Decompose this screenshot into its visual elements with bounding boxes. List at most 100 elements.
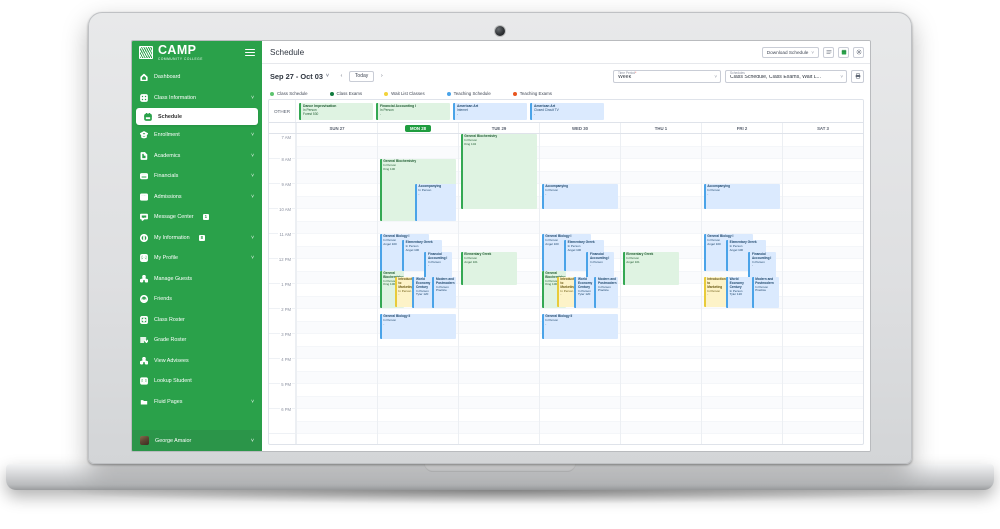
grid-cell[interactable] xyxy=(702,384,782,397)
grid-cell[interactable] xyxy=(459,396,539,409)
grid-cell[interactable] xyxy=(783,234,863,247)
grid-cell[interactable] xyxy=(378,346,458,359)
grid-cell[interactable] xyxy=(783,359,863,372)
grid-cell[interactable] xyxy=(783,334,863,347)
sidebar-item-class-roster[interactable]: Class Roster xyxy=(132,310,262,331)
grid-cell[interactable] xyxy=(459,234,539,247)
grid-cell[interactable] xyxy=(702,221,782,234)
grid-cell[interactable] xyxy=(621,146,701,159)
grid-cell[interactable] xyxy=(702,409,782,422)
grid-cell[interactable] xyxy=(297,284,377,297)
calendar-event[interactable]: Modern and Postmodern In Person Practice xyxy=(751,277,779,308)
print-button[interactable] xyxy=(851,69,864,83)
grid-cell[interactable] xyxy=(702,171,782,184)
calendar-event[interactable]: General Biology II In Person - xyxy=(541,314,619,339)
grid-cell[interactable] xyxy=(297,159,377,172)
grid-cell[interactable] xyxy=(702,334,782,347)
grid-cell[interactable] xyxy=(621,321,701,334)
grid-cell[interactable] xyxy=(621,284,701,297)
day-column-sun-27[interactable] xyxy=(296,134,377,444)
grid-cell[interactable] xyxy=(702,146,782,159)
grid-cell[interactable] xyxy=(783,159,863,172)
day-column-wed-30[interactable]: Accompanying In Person - General Biology II… xyxy=(539,134,620,444)
grid-cell[interactable] xyxy=(459,384,539,397)
grid-cell[interactable] xyxy=(783,296,863,309)
sidebar-item-class-information[interactable]: Class Information ˅ xyxy=(132,88,262,109)
grid-cell[interactable] xyxy=(297,234,377,247)
other-event-card[interactable]: Financial Accounting I In Person - xyxy=(376,102,450,120)
grid-cell[interactable] xyxy=(459,371,539,384)
grid-cell[interactable] xyxy=(297,134,377,147)
grid-cell[interactable] xyxy=(783,196,863,209)
sidebar-item-academics[interactable]: Academics ˅ xyxy=(132,146,262,167)
day-header-fri-2[interactable]: FRI 2 xyxy=(701,123,782,133)
sidebar-item-financials[interactable]: Financials ˅ xyxy=(132,166,262,187)
grid-cell[interactable] xyxy=(297,346,377,359)
sidebar-item-my-profile[interactable]: My Profile ˅ xyxy=(132,248,262,269)
grid-cell[interactable] xyxy=(540,346,620,359)
grid-cell[interactable] xyxy=(459,209,539,222)
sidebar-item-my-information[interactable]: My Information 8 ˅ xyxy=(132,228,262,249)
grid-cell[interactable] xyxy=(459,296,539,309)
grid-cell[interactable] xyxy=(459,321,539,334)
grid-cell[interactable] xyxy=(540,359,620,372)
hamburger-icon[interactable] xyxy=(245,48,255,57)
grid-cell[interactable] xyxy=(459,421,539,434)
calendar-view-button[interactable] xyxy=(838,46,849,58)
grid-cell[interactable] xyxy=(378,384,458,397)
grid-cell[interactable] xyxy=(621,296,701,309)
grid-cell[interactable] xyxy=(783,271,863,284)
sidebar-item-schedule[interactable]: Schedule xyxy=(136,108,258,125)
grid-cell[interactable] xyxy=(459,409,539,422)
grid-cell[interactable] xyxy=(783,259,863,272)
grid-cell[interactable] xyxy=(297,396,377,409)
day-column-sat-3[interactable] xyxy=(782,134,863,444)
day-header-tue-29[interactable]: TUE 29 xyxy=(458,123,539,133)
time-period-select[interactable]: Time Period* Week ˅ xyxy=(613,69,721,83)
prev-week-button[interactable]: ‹ xyxy=(337,71,346,82)
grid-cell[interactable] xyxy=(297,359,377,372)
day-header-mon-28[interactable]: MON 28 xyxy=(377,123,458,133)
sidebar-item-admissions[interactable]: Admissions ˅ xyxy=(132,187,262,208)
grid-cell[interactable] xyxy=(702,421,782,434)
calendar-event[interactable]: Modern and Postmodern In Person Practice xyxy=(432,277,457,308)
sidebar-item-view-advisees[interactable]: View Advisees xyxy=(132,351,262,372)
grid-cell[interactable] xyxy=(621,334,701,347)
grid-cell[interactable] xyxy=(702,134,782,147)
grid-cell[interactable] xyxy=(297,196,377,209)
grid-cell[interactable] xyxy=(702,159,782,172)
grid-cell[interactable] xyxy=(702,309,782,322)
grid-cell[interactable] xyxy=(783,284,863,297)
grid-cell[interactable] xyxy=(783,221,863,234)
grid-cell[interactable] xyxy=(621,409,701,422)
calendar-event[interactable]: Accompanying In Person - xyxy=(703,184,781,209)
grid-cell[interactable] xyxy=(297,384,377,397)
grid-cell[interactable] xyxy=(783,209,863,222)
grid-cell[interactable] xyxy=(783,309,863,322)
grid-cell[interactable] xyxy=(702,359,782,372)
day-header-wed-30[interactable]: WED 30 xyxy=(539,123,620,133)
day-header-sun-27[interactable]: SUN 27 xyxy=(296,123,377,133)
grid-cell[interactable] xyxy=(459,221,539,234)
grid-cell[interactable] xyxy=(783,184,863,197)
grid-cell[interactable] xyxy=(621,421,701,434)
grid-cell[interactable] xyxy=(540,371,620,384)
grid-cell[interactable] xyxy=(540,421,620,434)
grid-cell[interactable] xyxy=(297,209,377,222)
grid-cell[interactable] xyxy=(621,309,701,322)
day-column-thu-1[interactable]: Elementary Greek In Person Angel 101 xyxy=(620,134,701,444)
settings-button[interactable] xyxy=(853,46,864,58)
download-schedule-button[interactable]: Download Schedule ˅ xyxy=(761,46,819,58)
grid-cell[interactable] xyxy=(297,296,377,309)
sidebar-item-lookup-student[interactable]: Lookup Student xyxy=(132,371,262,392)
calendar-event[interactable]: World Economy Century In Person Tyler 120 xyxy=(726,277,754,308)
grid-cell[interactable] xyxy=(378,146,458,159)
sidebar-item-grade-roster[interactable]: Grade Roster xyxy=(132,330,262,351)
other-event-card[interactable]: American Art Internet - xyxy=(453,102,527,120)
grid-cell[interactable] xyxy=(702,209,782,222)
grid-cell[interactable] xyxy=(378,421,458,434)
grid-cell[interactable] xyxy=(459,359,539,372)
grid-cell[interactable] xyxy=(459,309,539,322)
grid-cell[interactable] xyxy=(540,171,620,184)
schedules-select[interactable]: Schedules Class Schedule, Class Exams, W… xyxy=(725,69,847,83)
